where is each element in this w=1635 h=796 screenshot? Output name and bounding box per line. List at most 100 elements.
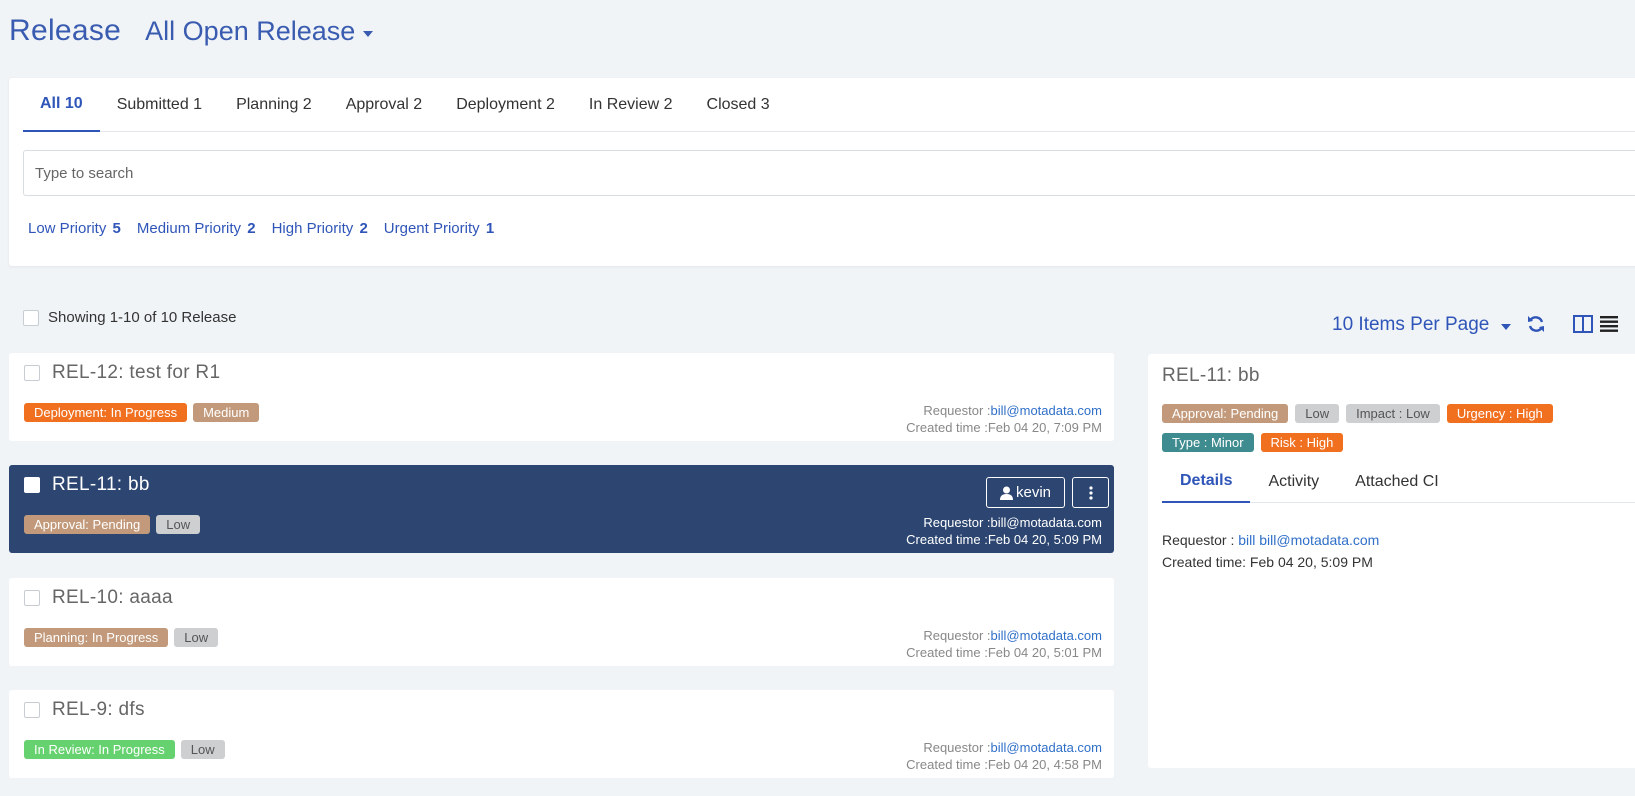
release-card[interactable]: REL-10: aaaa Planning: In Progress Low R… [9,578,1114,666]
release-card[interactable]: REL-9: dfs In Review: In Progress Low Re… [9,690,1114,778]
card-title: REL-9: dfs [52,699,145,720]
type-badge: Type : Minor [1162,433,1254,452]
detail-badges-row: Type : Minor Risk : High [1162,433,1344,452]
select-all-checkbox[interactable] [23,309,39,326]
assignee-button[interactable]: kevin [986,477,1065,508]
priority-badge: Low [1295,404,1340,423]
card-meta: Requestor :bill@motadata.com Created tim… [906,402,1102,436]
items-per-page-dropdown[interactable]: 10 Items Per Page [1332,314,1512,336]
risk-badge: Risk : High [1260,433,1344,452]
priority-filter-high[interactable]: High Priority 2 [272,220,368,237]
detail-info: Requestor : bill bill@motadata.com Creat… [1162,529,1379,573]
items-per-page-label: 10 Items Per Page [1332,314,1490,335]
view-selector-label: All Open Release [145,16,356,46]
requestor-label: Requestor : [923,740,991,755]
priority-badge: Low [180,740,225,759]
card-checkbox[interactable] [24,590,40,606]
status-badge: Planning: In Progress [24,628,169,647]
more-options-button[interactable] [1072,477,1109,508]
caret-down-icon [363,30,374,37]
requestor-label: Requestor : [923,628,991,643]
detail-tabs: Details Activity Attached CI [1162,460,1635,503]
created-time: Created time :Feb 04 20, 5:09 PM [906,532,1102,547]
priority-count: 1 [485,220,495,237]
priority-label: Low Priority [28,220,107,237]
status-badge: Approval: Pending [1162,404,1289,423]
card-title: REL-10: aaaa [52,587,173,608]
created-time: Created time :Feb 04 20, 7:09 PM [906,420,1102,435]
requestor-email-link[interactable]: bill@motadata.com [991,403,1102,418]
card-badges: In Review: In Progress Low [24,740,225,759]
priority-count: 5 [112,220,121,237]
card-badges: Approval: Pending Low [24,515,201,534]
detail-panel: REL-11: bb Approval: Pending Low Impact … [1148,354,1635,768]
kebab-menu-icon [1088,485,1093,500]
card-badges: Deployment: In Progress Medium [24,403,260,422]
refresh-icon[interactable] [1526,314,1546,334]
impact-badge: Impact : Low [1346,404,1440,423]
status-badge: Deployment: In Progress [24,403,188,422]
card-badges: Planning: In Progress Low [24,628,219,647]
card-meta: Requestor :bill@motadata.com Created tim… [906,514,1102,548]
priority-count: 2 [247,220,256,237]
tab-closed[interactable]: Closed 3 [690,78,787,132]
filter-card: All 10 Submitted 1 Planning 2 Approval 2… [9,78,1635,266]
priority-label: Urgent Priority [383,220,480,237]
created-time: Created time :Feb 04 20, 4:58 PM [906,757,1102,772]
view-selector-dropdown[interactable]: All Open Release [145,16,374,47]
status-badge: Approval: Pending [24,515,151,534]
status-badge: In Review: In Progress [24,740,175,759]
split-view-icon[interactable] [1573,315,1593,333]
card-title: REL-11: bb [52,474,150,495]
requestor-label: Requestor : [923,515,991,530]
status-tabs: All 10 Submitted 1 Planning 2 Approval 2… [23,78,1635,132]
card-checkbox[interactable] [24,477,40,493]
release-card[interactable]: REL-12: test for R1 Deployment: In Progr… [9,353,1114,441]
priority-badge: Low [156,515,201,534]
tab-submitted[interactable]: Submitted 1 [100,78,219,132]
detail-title: REL-11: bb [1162,365,1260,386]
tab-planning[interactable]: Planning 2 [219,78,329,132]
requestor-label: Requestor : [923,403,991,418]
urgency-badge: Urgency : High [1446,404,1553,423]
requestor-email-link[interactable]: bill bill@motadata.com [1238,532,1379,548]
priority-label: Medium Priority [136,220,242,237]
tab-all[interactable]: All 10 [23,78,100,132]
card-meta: Requestor :bill@motadata.com Created tim… [906,739,1102,773]
priority-filter-low[interactable]: Low Priority 5 [28,220,121,237]
priority-filter-urgent[interactable]: Urgent Priority 1 [384,220,494,237]
tab-attached-ci[interactable]: Attached CI [1337,460,1457,503]
card-checkbox[interactable] [24,702,40,718]
tab-activity[interactable]: Activity [1250,460,1337,503]
priority-badge: Medium [193,403,260,422]
tab-in-review[interactable]: In Review 2 [572,78,690,132]
created-time: Created time: Feb 04 20, 5:09 PM [1162,554,1373,570]
card-checkbox[interactable] [24,365,40,381]
priority-filters: Low Priority 5 Medium Priority 2 High Pr… [28,220,494,237]
priority-badge: Low [174,628,219,647]
priority-count: 2 [359,220,368,237]
page-title: Release [9,14,122,47]
created-time: Created time :Feb 04 20, 5:01 PM [906,645,1102,660]
assignee-name: kevin [1015,484,1052,501]
requestor-email-link[interactable]: bill@motadata.com [991,740,1102,755]
card-meta: Requestor :bill@motadata.com Created tim… [906,627,1102,661]
tab-details[interactable]: Details [1162,460,1251,503]
requestor-email-link[interactable]: bill@motadata.com [991,515,1102,530]
requestor-label: Requestor : [1162,532,1235,548]
card-title: REL-12: test for R1 [52,362,221,383]
detail-badges-row: Approval: Pending Low Impact : Low Urgen… [1162,404,1553,423]
priority-filter-medium[interactable]: Medium Priority 2 [137,220,256,237]
tab-approval[interactable]: Approval 2 [329,78,440,132]
priority-label: High Priority [271,220,354,237]
release-card-selected[interactable]: REL-11: bb kevin Approval: Pending Low R… [9,465,1114,553]
caret-down-icon [1501,324,1512,330]
tab-deployment[interactable]: Deployment 2 [439,78,572,132]
list-view-icon[interactable] [1600,316,1618,332]
search-input[interactable] [23,150,1635,196]
page-header: Release All Open Release [9,14,374,48]
showing-count: Showing 1-10 of 10 Release [48,309,237,326]
requestor-email-link[interactable]: bill@motadata.com [991,628,1102,643]
user-icon [999,486,1013,500]
select-all-row: Showing 1-10 of 10 Release [23,309,236,326]
